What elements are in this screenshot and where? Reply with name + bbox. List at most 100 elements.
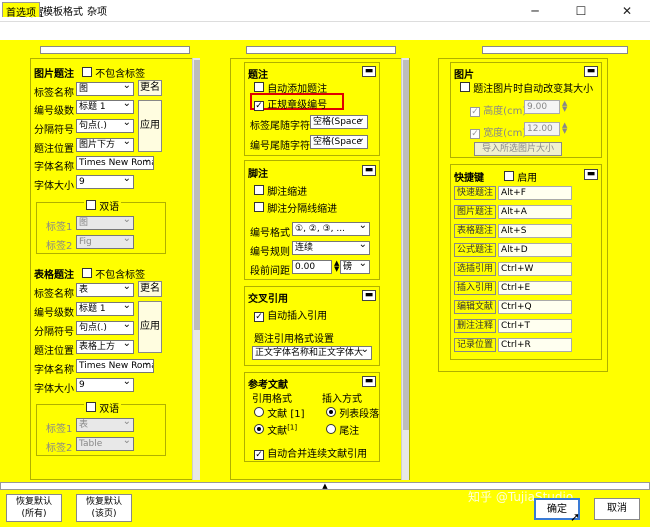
ref-format-select[interactable]: 正文字体名称和正文字体大 bbox=[252, 346, 372, 360]
shortcuts-enable-checkbox[interactable] bbox=[504, 171, 514, 181]
table-bilingual-checkbox[interactable] bbox=[86, 402, 96, 412]
caption-collapse-button[interactable]: ▬ bbox=[362, 66, 376, 77]
table-separator-select[interactable]: 句点(.) bbox=[76, 321, 134, 335]
figure-row-label: 题注位置 bbox=[34, 144, 74, 155]
figure-bilingual-checkbox[interactable] bbox=[86, 200, 96, 210]
footnote-spacing-input[interactable]: 0.00 bbox=[292, 260, 332, 274]
figure-bilingual-label: 双语 bbox=[99, 202, 120, 213]
footnote-format-select[interactable]: ①, ②, ③, ... bbox=[292, 222, 370, 236]
table-position-select[interactable]: 表格上方 bbox=[76, 340, 134, 354]
footnote-sep-indent-checkbox[interactable] bbox=[254, 202, 264, 212]
shortcut-name[interactable]: 插入引用 bbox=[454, 281, 496, 295]
table-apply-button[interactable]: 应用 bbox=[138, 301, 162, 353]
footnote-unit-select[interactable]: 磅 bbox=[340, 260, 370, 274]
width-spinner[interactable]: ▲ ▼ bbox=[562, 122, 567, 135]
figure-position-select[interactable]: 图片下方 bbox=[76, 138, 134, 152]
shortcut-name[interactable]: 选插引用 bbox=[454, 262, 496, 276]
import-size-button[interactable]: 导入所选图片大小 bbox=[474, 142, 562, 156]
insert-mode-radio[interactable] bbox=[326, 424, 336, 434]
height-input[interactable]: 9.00 bbox=[524, 100, 560, 114]
auto-add-caption-checkbox[interactable] bbox=[254, 82, 264, 92]
shortcut-name[interactable]: 删注注释 bbox=[454, 319, 496, 333]
table-size-select[interactable]: 9 bbox=[76, 378, 134, 392]
table-exclude-checkbox[interactable] bbox=[82, 268, 92, 278]
shortcut-key-input[interactable]: Alt+F bbox=[498, 186, 572, 200]
shortcuts-collapse-button[interactable]: ▬ bbox=[584, 169, 598, 180]
shortcut-key-input[interactable]: Ctrl+T bbox=[498, 319, 572, 333]
figure-separator-select[interactable]: 句点(.) bbox=[76, 119, 134, 133]
middle-scrollbar[interactable] bbox=[401, 58, 409, 480]
figure-level-select[interactable]: 标题 1 bbox=[76, 100, 134, 114]
tab-misc[interactable]: 杂项 bbox=[84, 2, 110, 18]
figure-font-select[interactable]: Times New Roma bbox=[76, 156, 154, 170]
num-suffix-select[interactable]: 空格(Space bbox=[310, 135, 368, 149]
maximize-button[interactable]: ☐ bbox=[558, 0, 604, 22]
footnote-rule-select[interactable]: 连续 bbox=[292, 241, 370, 255]
shortcut-key-input[interactable]: Ctrl+W bbox=[498, 262, 572, 276]
figure-exclude-label: 不包含标签 bbox=[95, 69, 146, 80]
table-level-select[interactable]: 标题 1 bbox=[76, 302, 134, 316]
shortcut-name[interactable]: 记录位置 bbox=[454, 338, 496, 352]
shortcut-name[interactable]: 图片题注 bbox=[454, 205, 496, 219]
figure-tag-name-select[interactable]: 图 bbox=[76, 82, 134, 96]
cite-format-label: 引用格式 bbox=[252, 394, 292, 405]
close-button[interactable]: ✕ bbox=[604, 0, 650, 22]
shortcut-key-input[interactable]: Ctrl+R bbox=[498, 338, 572, 352]
height-label: 高度(cm) bbox=[483, 106, 527, 117]
left-scrollbar[interactable] bbox=[192, 58, 200, 480]
auto-resize-checkbox[interactable] bbox=[460, 82, 470, 92]
minimize-button[interactable]: ─ bbox=[512, 0, 558, 22]
footnote-indent-checkbox[interactable] bbox=[254, 185, 264, 195]
table-tag2-select[interactable]: Table bbox=[76, 437, 134, 451]
figure-row-label: 字体大小 bbox=[34, 181, 74, 192]
shortcut-key-input[interactable]: Ctrl+E bbox=[498, 281, 572, 295]
tag-suffix-select[interactable]: 空格(Space bbox=[310, 115, 368, 129]
shortcut-key-input[interactable]: Alt+D bbox=[498, 243, 572, 257]
shortcut-key-input[interactable]: Alt+S bbox=[498, 224, 572, 238]
restore-all-button[interactable]: 恢复默认 (所有) bbox=[6, 494, 62, 522]
table-row-label: 字体大小 bbox=[34, 384, 74, 395]
figure-tag2-select[interactable]: Fig bbox=[76, 235, 134, 249]
auto-insert-ref-checkbox[interactable] bbox=[254, 312, 264, 322]
table-rename-button[interactable]: 更名 bbox=[138, 281, 162, 297]
shortcut-name[interactable]: 公式题注 bbox=[454, 243, 496, 257]
figure-rename-button[interactable]: 更名 bbox=[138, 80, 162, 96]
tab-template-format[interactable]: 模板格式 bbox=[40, 2, 86, 18]
cancel-button[interactable]: 取消 bbox=[594, 498, 640, 520]
height-spinner[interactable]: ▲ ▼ bbox=[562, 100, 567, 113]
cite-format-radio[interactable] bbox=[254, 407, 264, 417]
figure-exclude-checkbox[interactable] bbox=[82, 67, 92, 77]
shortcut-name[interactable]: 快速题注 bbox=[454, 186, 496, 200]
column-collapse-grip[interactable] bbox=[246, 46, 396, 54]
footnote-collapse-button[interactable]: ▬ bbox=[362, 165, 376, 176]
table-font-select[interactable]: Times New Roma bbox=[76, 359, 154, 373]
merge-refs-checkbox[interactable] bbox=[254, 450, 264, 460]
cross-ref-collapse-button[interactable]: ▬ bbox=[362, 290, 376, 301]
mouse-cursor-icon: ➚ bbox=[570, 510, 581, 524]
cite-format-radio[interactable] bbox=[254, 424, 264, 434]
spacing-spinner[interactable]: ▲ ▼ bbox=[334, 260, 339, 273]
normalize-numbering-checkbox[interactable] bbox=[254, 101, 264, 111]
shortcut-name[interactable]: 编辑文献 bbox=[454, 300, 496, 314]
shortcut-name[interactable]: 表格题注 bbox=[454, 224, 496, 238]
image-collapse-button[interactable]: ▬ bbox=[584, 66, 598, 77]
tab-preferences[interactable]: 首选项 bbox=[2, 2, 40, 19]
width-checkbox[interactable] bbox=[470, 129, 480, 139]
table-tag-name-select[interactable]: 表 bbox=[76, 283, 134, 297]
height-checkbox[interactable] bbox=[470, 107, 480, 117]
table-tag1-select[interactable]: 表 bbox=[76, 418, 134, 432]
column-collapse-grip[interactable] bbox=[40, 46, 190, 54]
figure-tag1-select[interactable]: 图 bbox=[76, 216, 134, 230]
column-collapse-grip[interactable] bbox=[482, 46, 628, 54]
references-collapse-button[interactable]: ▬ bbox=[362, 376, 376, 387]
figure-size-select[interactable]: 9 bbox=[76, 175, 134, 189]
figure-apply-button[interactable]: 应用 bbox=[138, 100, 162, 152]
shortcut-key-input[interactable]: Ctrl+Q bbox=[498, 300, 572, 314]
cite-option-label: 文献 bbox=[267, 426, 288, 437]
restore-page-button[interactable]: 恢复默认 (该页) bbox=[76, 494, 132, 522]
width-input[interactable]: 12.00 bbox=[524, 122, 560, 136]
shortcut-key-input[interactable]: Alt+A bbox=[498, 205, 572, 219]
insert-mode-radio[interactable] bbox=[326, 407, 336, 417]
figure-row-label: 字体名称 bbox=[34, 162, 74, 173]
restore-page-line2: (该页) bbox=[91, 509, 117, 519]
